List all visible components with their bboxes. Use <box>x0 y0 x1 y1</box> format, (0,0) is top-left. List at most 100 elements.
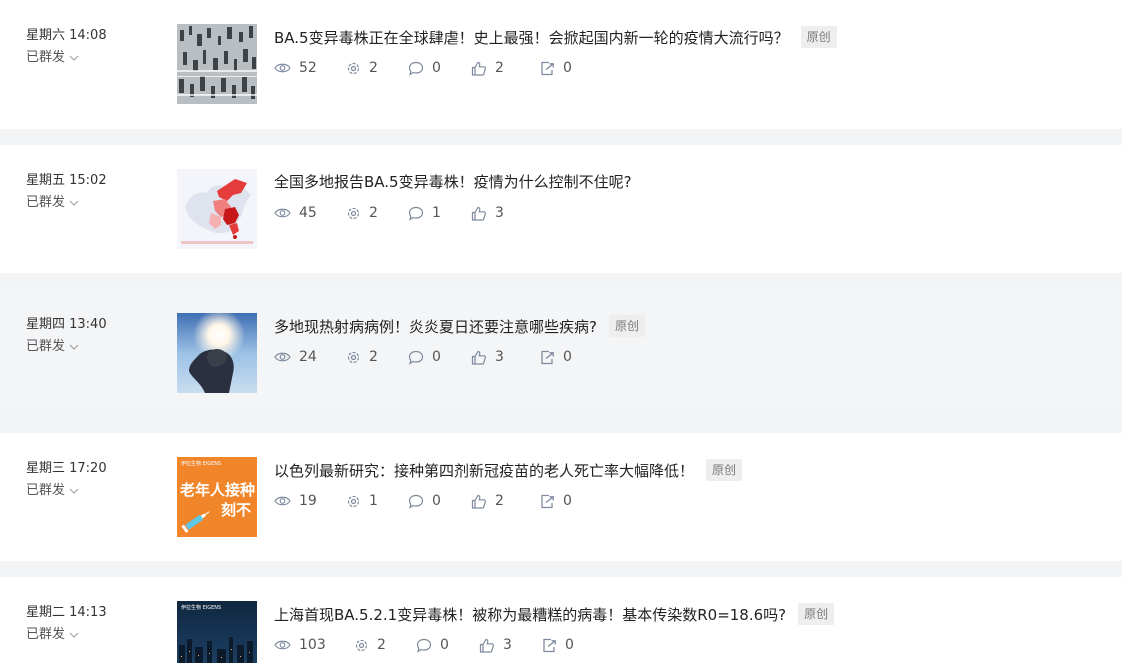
forwards-stat[interactable]: 0 <box>540 493 572 509</box>
publish-time: 星期三 17:20 <box>26 461 107 476</box>
eye-icon <box>274 496 291 506</box>
forwards-stat[interactable]: 0 <box>542 637 574 653</box>
eye-icon <box>274 63 291 73</box>
views-count: 24 <box>299 349 317 365</box>
article-title[interactable]: 全国多地报告BA.5变异毒株！疫情为什么控制不住呢? <box>274 171 632 192</box>
shares-stat[interactable]: 1 <box>346 493 408 509</box>
comments-stat[interactable]: 0 <box>408 349 471 365</box>
mass-send-status-dropdown[interactable]: 已群发 <box>26 194 107 211</box>
comment-icon <box>416 638 432 653</box>
mass-send-status-dropdown[interactable]: 已群发 <box>26 338 107 355</box>
crowd-street-image <box>177 24 257 104</box>
article-title-row: BA.5变异毒株正在全球肆虐！史上最强！会掀起国内新一轮的疫情大流行吗？ 原创 <box>274 26 837 48</box>
likes-stat[interactable]: 2 <box>471 493 540 509</box>
forwards-count: 0 <box>563 349 572 365</box>
status-label: 已群发 <box>26 339 66 354</box>
mass-send-status-dropdown[interactable]: 已群发 <box>26 626 107 643</box>
likes-stat[interactable]: 3 <box>471 349 540 365</box>
shares-stat[interactable]: 2 <box>346 349 408 365</box>
comment-icon <box>408 350 424 365</box>
article-title[interactable]: 上海首现BA.5.2.1变异毒株！被称为最糟糕的病毒！基本传染数R0=18.6吗… <box>274 604 786 625</box>
article-card[interactable]: 星期五 15:02 已群发 全国多地报告BA.5变异毒株！疫情为什么控制不住呢? <box>0 145 1122 273</box>
publish-time: 星期二 14:13 <box>26 605 107 620</box>
article-card[interactable]: 星期二 14:13 已群发 伊拉生物 EIGENS 上海首现BA.5.2.1变异… <box>0 577 1122 663</box>
sun-heat-image <box>177 313 257 393</box>
views-stat[interactable]: 19 <box>274 493 346 509</box>
article-meta: 星期二 14:13 已群发 <box>26 604 107 643</box>
status-label: 已群发 <box>26 483 66 498</box>
thumbs-up-icon <box>471 61 486 76</box>
forward-icon <box>541 350 554 364</box>
chevron-down-icon <box>69 632 79 638</box>
share-gear-icon <box>347 351 360 363</box>
shares-stat[interactable]: 2 <box>354 637 416 653</box>
views-stat[interactable]: 45 <box>274 205 346 221</box>
article-title-row: 多地现热射病病例！炎炎夏日还要注意哪些疾病? 原创 <box>274 315 645 337</box>
share-gear-icon <box>347 62 360 74</box>
likes-stat[interactable]: 3 <box>471 205 540 221</box>
eye-icon <box>274 352 291 362</box>
forwards-count: 0 <box>563 60 572 76</box>
article-title-row: 全国多地报告BA.5变异毒株！疫情为什么控制不住呢? <box>274 171 632 192</box>
shares-stat[interactable]: 2 <box>346 205 408 221</box>
article-list: 星期六 14:08 已群发 BA.5变异毒株正在全球肆虐！史上最强！会掀起国内新… <box>0 0 1122 663</box>
article-title[interactable]: 以色列最新研究：接种第四剂新冠疫苗的老人死亡率大幅降低！ <box>274 460 694 481</box>
comment-icon <box>408 494 424 509</box>
views-count: 103 <box>299 637 326 653</box>
publish-time: 星期四 13:40 <box>26 317 107 332</box>
article-title[interactable]: BA.5变异毒株正在全球肆虐！史上最强！会掀起国内新一轮的疫情大流行吗？ <box>274 27 789 48</box>
article-card[interactable]: 星期六 14:08 已群发 BA.5变异毒株正在全球肆虐！史上最强！会掀起国内新… <box>0 0 1122 129</box>
brand-logo: 伊拉生物 EIGENS <box>181 605 222 611</box>
mass-send-status-dropdown[interactable]: 已群发 <box>26 482 107 499</box>
comments-stat[interactable]: 0 <box>408 60 471 76</box>
chevron-down-icon <box>69 55 79 61</box>
views-stat[interactable]: 52 <box>274 60 346 76</box>
share-gear-icon <box>347 207 360 219</box>
article-card[interactable]: 星期四 13:40 已群发 多地现热射病病例！炎炎夏日还要注意哪些疾病? 原创 … <box>0 289 1122 409</box>
likes-stat[interactable]: 2 <box>471 60 540 76</box>
comments-count: 0 <box>432 493 441 509</box>
forward-icon <box>543 638 556 652</box>
chevron-down-icon <box>69 200 79 206</box>
views-count: 19 <box>299 493 317 509</box>
views-count: 52 <box>299 60 317 76</box>
article-title[interactable]: 多地现热射病病例！炎炎夏日还要注意哪些疾病? <box>274 316 597 337</box>
shares-stat[interactable]: 2 <box>346 60 408 76</box>
likes-count: 3 <box>503 637 512 653</box>
article-card[interactable]: 星期三 17:20 已群发 伊拉生物 EIGENS 老年人接种 刻不 以色列最新… <box>0 433 1122 561</box>
forwards-stat[interactable]: 0 <box>540 60 572 76</box>
article-thumbnail[interactable] <box>177 169 257 249</box>
article-stats: 19 1 0 2 0 <box>274 492 572 510</box>
share-gear-icon <box>347 495 360 507</box>
comments-stat[interactable]: 1 <box>408 205 471 221</box>
original-badge: 原创 <box>608 315 645 337</box>
thumbnail-headline: 老年人接种 <box>180 481 256 499</box>
comments-stat[interactable]: 0 <box>416 637 479 653</box>
forward-icon <box>541 494 554 508</box>
shares-count: 2 <box>369 60 378 76</box>
article-thumbnail[interactable]: 伊拉生物 EIGENS <box>177 601 257 663</box>
likes-stat[interactable]: 3 <box>479 637 542 653</box>
thumbs-up-icon <box>471 350 486 365</box>
shares-count: 1 <box>369 493 378 509</box>
brand-logo: 伊拉生物 EIGENS <box>181 461 222 467</box>
views-stat[interactable]: 103 <box>274 637 354 653</box>
status-label: 已群发 <box>26 195 66 210</box>
article-meta: 星期六 14:08 已群发 <box>26 27 107 66</box>
mass-send-status-dropdown[interactable]: 已群发 <box>26 49 107 66</box>
status-label: 已群发 <box>26 50 66 65</box>
article-thumbnail[interactable]: 伊拉生物 EIGENS 老年人接种 刻不 <box>177 457 257 537</box>
thumbs-up-icon <box>471 206 486 221</box>
comments-stat[interactable]: 0 <box>408 493 471 509</box>
china-map-image <box>177 169 257 249</box>
thumbs-up-icon <box>471 494 486 509</box>
forwards-count: 0 <box>565 637 574 653</box>
article-thumbnail[interactable] <box>177 313 257 393</box>
forwards-stat[interactable]: 0 <box>540 349 572 365</box>
article-meta: 星期五 15:02 已群发 <box>26 172 107 211</box>
article-thumbnail[interactable] <box>177 24 257 104</box>
article-stats: 45 2 1 3 <box>274 204 540 222</box>
forward-icon <box>541 61 554 75</box>
publish-time: 星期六 14:08 <box>26 28 107 43</box>
views-stat[interactable]: 24 <box>274 349 346 365</box>
